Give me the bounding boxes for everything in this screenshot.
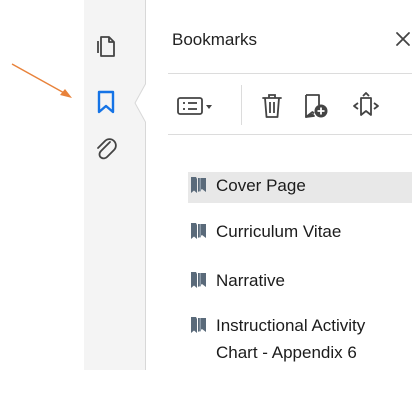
header-divider <box>168 73 412 74</box>
bookmark-label: Narrative <box>216 271 285 290</box>
close-button[interactable] <box>394 30 412 54</box>
delete-bookmark-button[interactable] <box>254 88 290 124</box>
bookmark-icon <box>97 90 115 114</box>
options-menu-icon <box>177 97 212 115</box>
toolbar-separator <box>241 85 242 125</box>
bookmark-item-curriculum-vitae[interactable]: Curriculum Vitae <box>188 218 412 249</box>
bookmark-item-cover-page[interactable]: Cover Page <box>188 172 412 203</box>
bookmark-label: Curriculum Vitae <box>216 222 342 241</box>
bookmark-item-instructional-activity-chart[interactable]: Instructional Activity Chart - Appendix … <box>188 312 412 370</box>
navigation-rail <box>84 0 146 370</box>
bookmark-item-narrative[interactable]: Narrative <box>188 267 412 298</box>
bookmark-label: Instructional Activity Chart - Appendix … <box>216 316 366 362</box>
close-icon <box>396 32 410 46</box>
bookmarks-panel: Bookmarks Cover Page Curriculum Vitae Na… <box>146 0 412 370</box>
trash-icon <box>262 94 282 118</box>
bookmarks-button[interactable] <box>84 82 128 122</box>
toolbar-divider <box>168 134 412 135</box>
bookmark-ribbon-icon <box>191 272 206 288</box>
bookmark-ribbon-icon <box>191 317 206 333</box>
expand-bookmark-icon <box>353 92 379 116</box>
panel-title: Bookmarks <box>172 30 258 49</box>
expand-bookmark-button[interactable] <box>346 88 386 124</box>
new-bookmark-button[interactable] <box>296 88 336 124</box>
bookmark-label: Cover Page <box>216 176 306 195</box>
bookmark-ribbon-icon <box>191 223 206 239</box>
annotation-arrow-icon <box>11 63 72 98</box>
page-thumbnails-button[interactable] <box>84 26 128 66</box>
options-menu-button[interactable] <box>174 88 220 124</box>
paperclip-icon <box>97 138 117 160</box>
bookmark-ribbon-icon <box>191 177 206 193</box>
new-bookmark-icon <box>305 94 328 118</box>
page-thumbnails-icon <box>97 36 115 57</box>
attachments-button[interactable] <box>84 128 128 168</box>
